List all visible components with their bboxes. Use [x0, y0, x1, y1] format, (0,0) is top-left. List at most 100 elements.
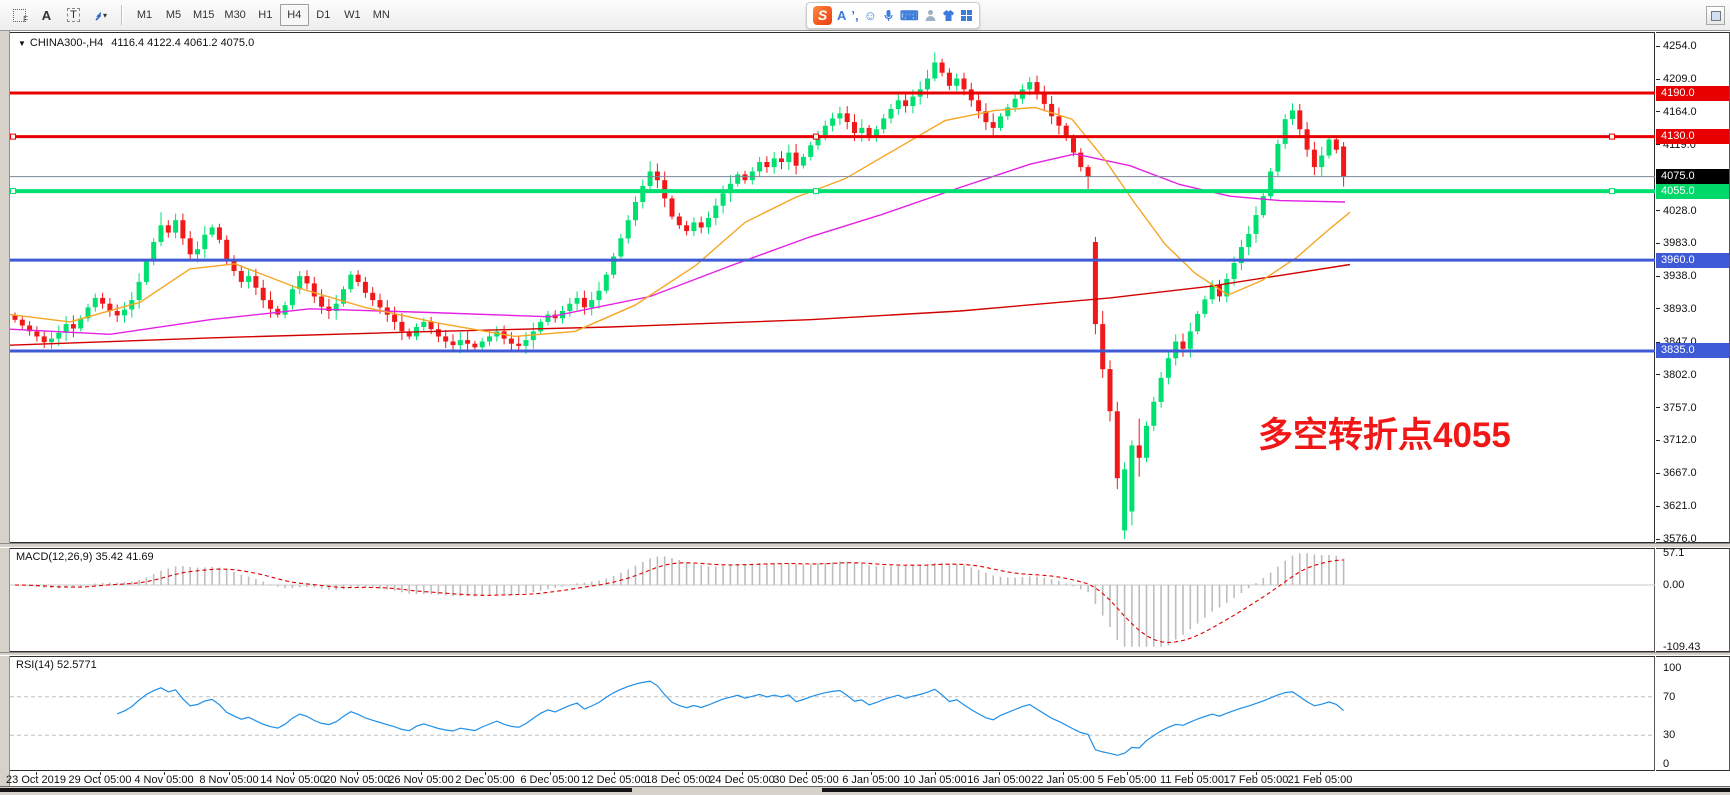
price-tick-label: 3712.0: [1663, 434, 1697, 446]
text-label-tool-button[interactable]: T: [60, 3, 87, 27]
symbol-label: CHINA300-,H4: [30, 37, 103, 49]
ime-skin-icon[interactable]: [942, 9, 955, 22]
price-axis[interactable]: 4254.04209.04164.04119.04028.03983.03938…: [1656, 32, 1730, 543]
macd-axis[interactable]: 57.10.00-109.43: [1656, 548, 1730, 652]
axis-tick: [1656, 308, 1660, 309]
time-axis[interactable]: 23 Oct 201929 Oct 05:004 Nov 05:008 Nov …: [10, 772, 1730, 786]
line-handle: [11, 134, 16, 139]
timeframe-m5-button[interactable]: M5: [159, 4, 188, 26]
text-icon: A: [42, 8, 51, 23]
axis-tick: [1656, 407, 1660, 408]
date-label: 4 Nov 05:00: [134, 774, 193, 786]
price-badge: 3835.0: [1656, 343, 1729, 358]
chart-annotation-text[interactable]: 多空转折点4055: [1258, 407, 1511, 458]
axis-tick: [1656, 440, 1660, 441]
date-label: 23 Oct 2019: [6, 774, 66, 786]
price-tick-label: 4028.0: [1663, 205, 1697, 217]
timeframe-m15-button[interactable]: M15: [188, 4, 219, 26]
timeframe-mn-button[interactable]: MN: [367, 4, 396, 26]
candles: [13, 52, 1347, 539]
date-label: 26 Nov 05:00: [388, 774, 453, 786]
chart-dropdown-caret[interactable]: ▼: [18, 39, 26, 48]
date-label: 14 Nov 05:00: [260, 774, 325, 786]
sogou-ime-bar: SA ’, ☺ ⌨: [806, 2, 980, 29]
candlestick-chart-surface[interactable]: [10, 33, 1655, 542]
arrow-objects-tool-button[interactable]: ▾: [87, 3, 114, 27]
rsi-axis-label: 30: [1663, 729, 1675, 741]
axis-tick: [1656, 374, 1660, 375]
date-label: 18 Dec 05:00: [645, 774, 710, 786]
date-label: 5 Feb 05:00: [1098, 774, 1157, 786]
sogou-logo-icon[interactable]: S: [813, 6, 832, 25]
horizontal-scrollbar[interactable]: [0, 786, 1730, 795]
price-tick-label: 4254.0: [1663, 40, 1697, 52]
macd-main-value: 35.42: [95, 551, 123, 563]
ime-account-icon[interactable]: [924, 9, 937, 22]
date-label: 20 Nov 05:00: [324, 774, 389, 786]
price-tick-label: 4164.0: [1663, 106, 1697, 118]
axis-tick: [1656, 473, 1660, 474]
macd-axis-label: 0.00: [1663, 579, 1684, 591]
price-tick-label: 3802.0: [1663, 369, 1697, 381]
macd-signal-value: 41.69: [126, 551, 154, 563]
timeframe-w1-button[interactable]: W1: [338, 4, 367, 26]
axis-tick: [1656, 210, 1660, 211]
price-tick-label: 3938.0: [1663, 270, 1697, 282]
date-label: 30 Dec 05:00: [773, 774, 838, 786]
ime-language-icon[interactable]: A: [837, 9, 846, 22]
price-tick-label: 3893.0: [1663, 303, 1697, 315]
price-badge: 4190.0: [1656, 86, 1729, 101]
ime-emoji-icon[interactable]: ☺: [864, 9, 877, 22]
price-badge: 4055.0: [1656, 184, 1729, 199]
rsi-panel: RSI(14) 52.5771: [10, 656, 1655, 771]
price-badge: 4130.0: [1656, 129, 1729, 144]
timeframe-m1-button[interactable]: M1: [130, 4, 159, 26]
toolbar-overflow-button[interactable]: [1706, 6, 1725, 25]
axis-tick: [1656, 79, 1660, 80]
line-handle: [1610, 189, 1615, 194]
rsi-axis-label: 70: [1663, 691, 1675, 703]
price-tick-label: 4209.0: [1663, 73, 1697, 85]
macd-panel: MACD(12,26,9) 35.42 41.69: [10, 548, 1655, 652]
macd-plot[interactable]: [10, 549, 1655, 651]
axis-tick: [1656, 243, 1660, 244]
pivot-line-4055[interactable]: [10, 189, 1655, 194]
ime-voice-icon[interactable]: [882, 9, 895, 22]
toolbar: FAT▾ M1M5M15M30H1H4D1W1MN SA’,☺⌨: [0, 0, 1730, 31]
date-label: 2 Dec 05:00: [455, 774, 514, 786]
axis-tick: [1656, 46, 1660, 47]
timeframe-h1-button[interactable]: H1: [251, 4, 280, 26]
timeframe-d1-button[interactable]: D1: [309, 4, 338, 26]
ime-keyboard-icon[interactable]: ⌨: [900, 9, 919, 22]
date-label: 10 Jan 05:00: [903, 774, 967, 786]
scrollbar-segment[interactable]: [0, 788, 632, 792]
text-tool-button[interactable]: A: [33, 3, 60, 27]
timeframe-h4-button[interactable]: H4: [280, 4, 309, 26]
line-handle: [1610, 134, 1615, 139]
ime-punctuation-icon[interactable]: ’,: [851, 9, 858, 22]
line-handle: [814, 134, 819, 139]
rsi-plot[interactable]: [10, 657, 1655, 770]
ma-slow-magenta: [10, 154, 1345, 334]
rsi-axis-label: 100: [1663, 662, 1681, 674]
macd-axis-label: 57.1: [1663, 547, 1684, 559]
drawing-tools-group: FAT▾: [6, 0, 114, 30]
date-label: 24 Dec 05:00: [709, 774, 774, 786]
snap-grid-tool-button[interactable]: F: [6, 3, 33, 27]
chart-title: ▼ CHINA300-,H4 4116.4 4122.4 4061.2 4075.0: [18, 37, 254, 49]
ohlc-values: 4116.4 4122.4 4061.2 4075.0: [111, 37, 254, 49]
date-label: 8 Nov 05:00: [199, 774, 258, 786]
axis-tick: [1656, 144, 1660, 145]
rsi-axis-label: 0: [1663, 758, 1669, 770]
resistance-line-4130[interactable]: [10, 134, 1655, 139]
price-badge: 3960.0: [1656, 253, 1729, 268]
scrollbar-segment[interactable]: [822, 788, 1730, 792]
overflow-icon: [1711, 11, 1721, 21]
date-label: 6 Jan 05:00: [842, 774, 900, 786]
axis-tick: [1656, 276, 1660, 277]
timeframe-m30-button[interactable]: M30: [219, 4, 250, 26]
line-handle: [11, 189, 16, 194]
line-handle: [814, 189, 819, 194]
rsi-axis[interactable]: 100 70 30 0: [1656, 656, 1730, 771]
ime-toolbox-icon[interactable]: [960, 9, 973, 22]
